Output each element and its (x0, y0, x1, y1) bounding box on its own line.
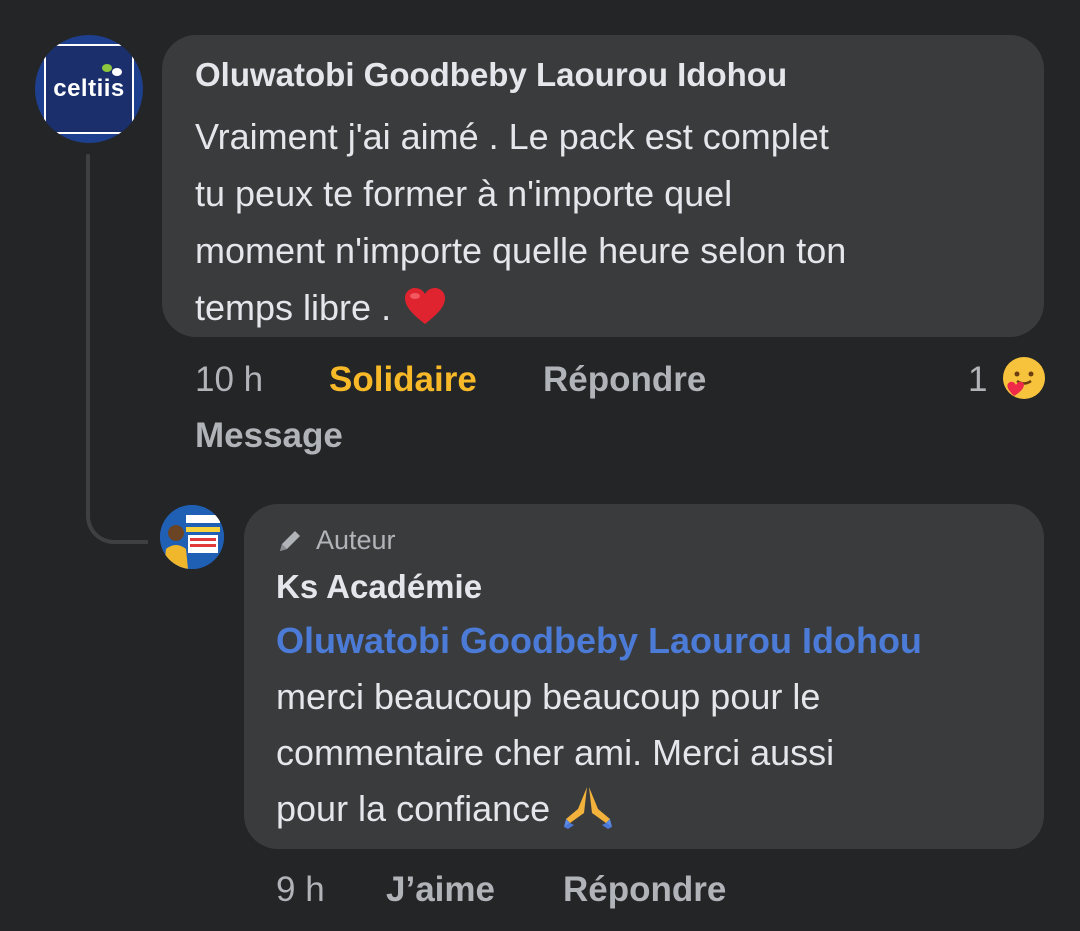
author-badge-label: Auteur (316, 525, 396, 555)
ks-academie-logo (160, 505, 224, 569)
reply-author-avatar[interactable] (160, 505, 224, 569)
commenter-avatar[interactable]: celtiis (35, 35, 143, 143)
comment-text-body: Vraiment j'ai aimé . Le pack est complet… (195, 116, 847, 328)
reaction-count[interactable]: 1 (968, 360, 987, 400)
thread-connector (86, 470, 148, 544)
comment-author-name[interactable]: Oluwatobi Goodbeby Laourou Idohou (195, 56, 787, 94)
author-badge: Auteur (276, 525, 396, 556)
reaction-button[interactable]: Solidaire (329, 360, 477, 400)
logo-dot-white (112, 68, 122, 76)
reply-text: merci beaucoup beaucoup pour le commenta… (276, 669, 1026, 837)
reply-button[interactable]: Répondre (543, 360, 706, 400)
mention-link[interactable]: Oluwatobi Goodbeby Laourou Idohou (276, 620, 922, 662)
reply-author-name[interactable]: Ks Académie (276, 568, 482, 606)
thread-line (86, 154, 90, 494)
like-button[interactable]: J’aime (386, 870, 495, 910)
celtiis-logo: celtiis (44, 44, 134, 134)
message-button[interactable]: Message (195, 416, 343, 456)
care-react-icon[interactable] (1000, 354, 1048, 402)
praying-hands-icon (564, 787, 613, 829)
reply-timestamp[interactable]: 9 h (276, 870, 325, 910)
comment-text: Vraiment j'ai aimé . Le pack est complet… (195, 108, 1025, 336)
logo-text: celtiis (53, 75, 125, 102)
logo-dot-green (102, 64, 112, 72)
reply-reply-button[interactable]: Répondre (563, 870, 726, 910)
comment-timestamp[interactable]: 10 h (195, 360, 263, 400)
pen-icon (280, 530, 300, 551)
heart-icon (403, 285, 447, 325)
reply-text-body: merci beaucoup beaucoup pour le commenta… (276, 676, 835, 829)
